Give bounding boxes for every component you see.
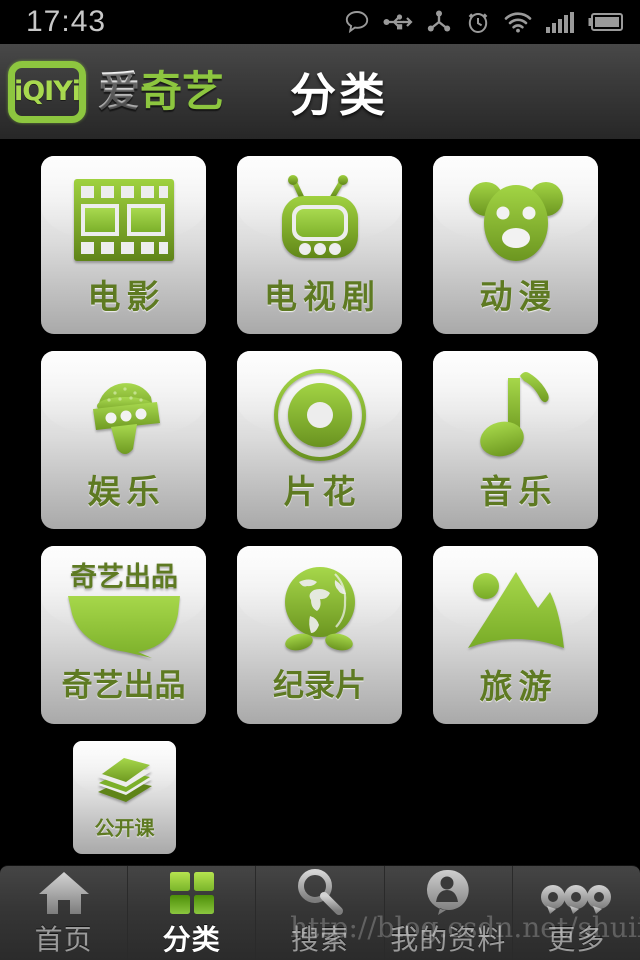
message-bubble-icon [344, 9, 370, 35]
category-tile-movies[interactable]: 电影 [41, 156, 206, 334]
iqiyi-logo-chinese: 爱奇艺 [98, 70, 224, 113]
category-tile-label: 片花 [283, 472, 362, 511]
logo-char-ai: 爱 [98, 66, 141, 116]
category-tile-label: 纪录片 [273, 668, 366, 704]
disc-icon [273, 367, 366, 463]
bear-face-icon [466, 172, 566, 268]
page-title: 分类 [290, 67, 389, 122]
grid-row: 电影 电视剧 动漫 [41, 156, 640, 334]
film-strip-icon [72, 172, 176, 268]
category-tile-label: 娱乐 [87, 472, 166, 511]
globe-icon [272, 562, 368, 658]
status-clock: 17:43 [26, 5, 107, 38]
home-icon [38, 868, 90, 916]
nav-item-more[interactable]: 更多 [513, 866, 640, 960]
svg-text:奇艺出品: 奇艺出品 [70, 562, 178, 593]
category-tile-label: 电视剧 [264, 277, 381, 316]
bottom-navigation-bar: 首页 分类 搜索 我的资料 更多 [0, 865, 640, 960]
category-tile-trailers[interactable]: 片花 [237, 351, 402, 529]
alarm-clock-icon [465, 9, 491, 35]
microphone-icon [75, 367, 173, 463]
logo-char-qiyi: 奇艺 [140, 66, 225, 116]
search-icon [296, 868, 344, 916]
more-dots-icon [540, 868, 612, 916]
category-tile-label: 公开课 [94, 816, 155, 840]
nav-item-label: 我的资料 [390, 923, 507, 956]
category-tile-anime[interactable]: 动漫 [433, 156, 598, 334]
grid-row: 公开课 [73, 741, 640, 854]
mountain-icon [464, 562, 568, 658]
category-tile-documentary[interactable]: 纪录片 [237, 546, 402, 724]
category-tile-entertainment[interactable]: 娱乐 [41, 351, 206, 529]
signal-bars-icon [545, 10, 575, 34]
category-tile-label: 动漫 [479, 277, 558, 316]
iqiyi-logo-text: iQIYi [13, 76, 81, 107]
status-icon-tray [344, 9, 624, 35]
television-icon [272, 172, 368, 268]
category-tile-music[interactable]: 音乐 [433, 351, 598, 529]
nav-item-label: 首页 [34, 923, 93, 956]
nav-item-label: 分类 [162, 923, 221, 956]
grid-row: 娱乐 片花 音乐 [41, 351, 640, 529]
category-tile-label: 电影 [87, 277, 166, 316]
iqiyi-logo[interactable]: iQIYi 爱奇艺 [8, 60, 224, 123]
phone-screen: 17:43 iQIYi 爱奇艺 分类 电影 电视剧 动漫 娱乐 片花 音乐 奇艺… [0, 0, 640, 960]
category-tile-tv-series[interactable]: 电视剧 [237, 156, 402, 334]
iqiyi-logo-mark-icon: iQIYi [8, 60, 86, 123]
nav-item-label: 搜索 [291, 923, 350, 956]
speech-bubble-icon: 奇艺出品 [60, 562, 188, 658]
nav-item-search[interactable]: 搜索 [256, 866, 385, 960]
nav-item-home[interactable]: 首页 [0, 866, 129, 960]
category-tile-travel[interactable]: 旅游 [433, 546, 598, 724]
nav-item-categories[interactable]: 分类 [128, 866, 257, 960]
share-network-icon [426, 9, 452, 35]
category-tile-open-courses[interactable]: 公开课 [73, 741, 176, 854]
nav-item-my-profile[interactable]: 我的资料 [385, 866, 513, 960]
category-tile-label: 旅游 [479, 667, 558, 706]
battery-icon [588, 11, 624, 33]
app-header: iQIYi 爱奇艺 分类 [0, 44, 640, 140]
person-icon [424, 868, 472, 916]
grid-squares-icon [168, 868, 216, 916]
status-bar: 17:43 [0, 0, 640, 44]
music-note-icon [476, 367, 556, 463]
category-tile-label: 音乐 [479, 472, 558, 511]
category-tile-label: 奇艺出品 [61, 668, 186, 704]
wifi-icon [504, 10, 532, 34]
books-stack-icon [94, 750, 156, 808]
category-grid: 电影 电视剧 动漫 娱乐 片花 音乐 奇艺出品 奇艺出品 纪录片 旅游 公开课 [0, 140, 640, 871]
nav-item-label: 更多 [547, 923, 606, 956]
usb-icon [383, 10, 413, 34]
grid-row: 奇艺出品 奇艺出品 纪录片 旅游 [41, 546, 640, 724]
category-tile-iqiyi-productions[interactable]: 奇艺出品 奇艺出品 [41, 546, 206, 724]
